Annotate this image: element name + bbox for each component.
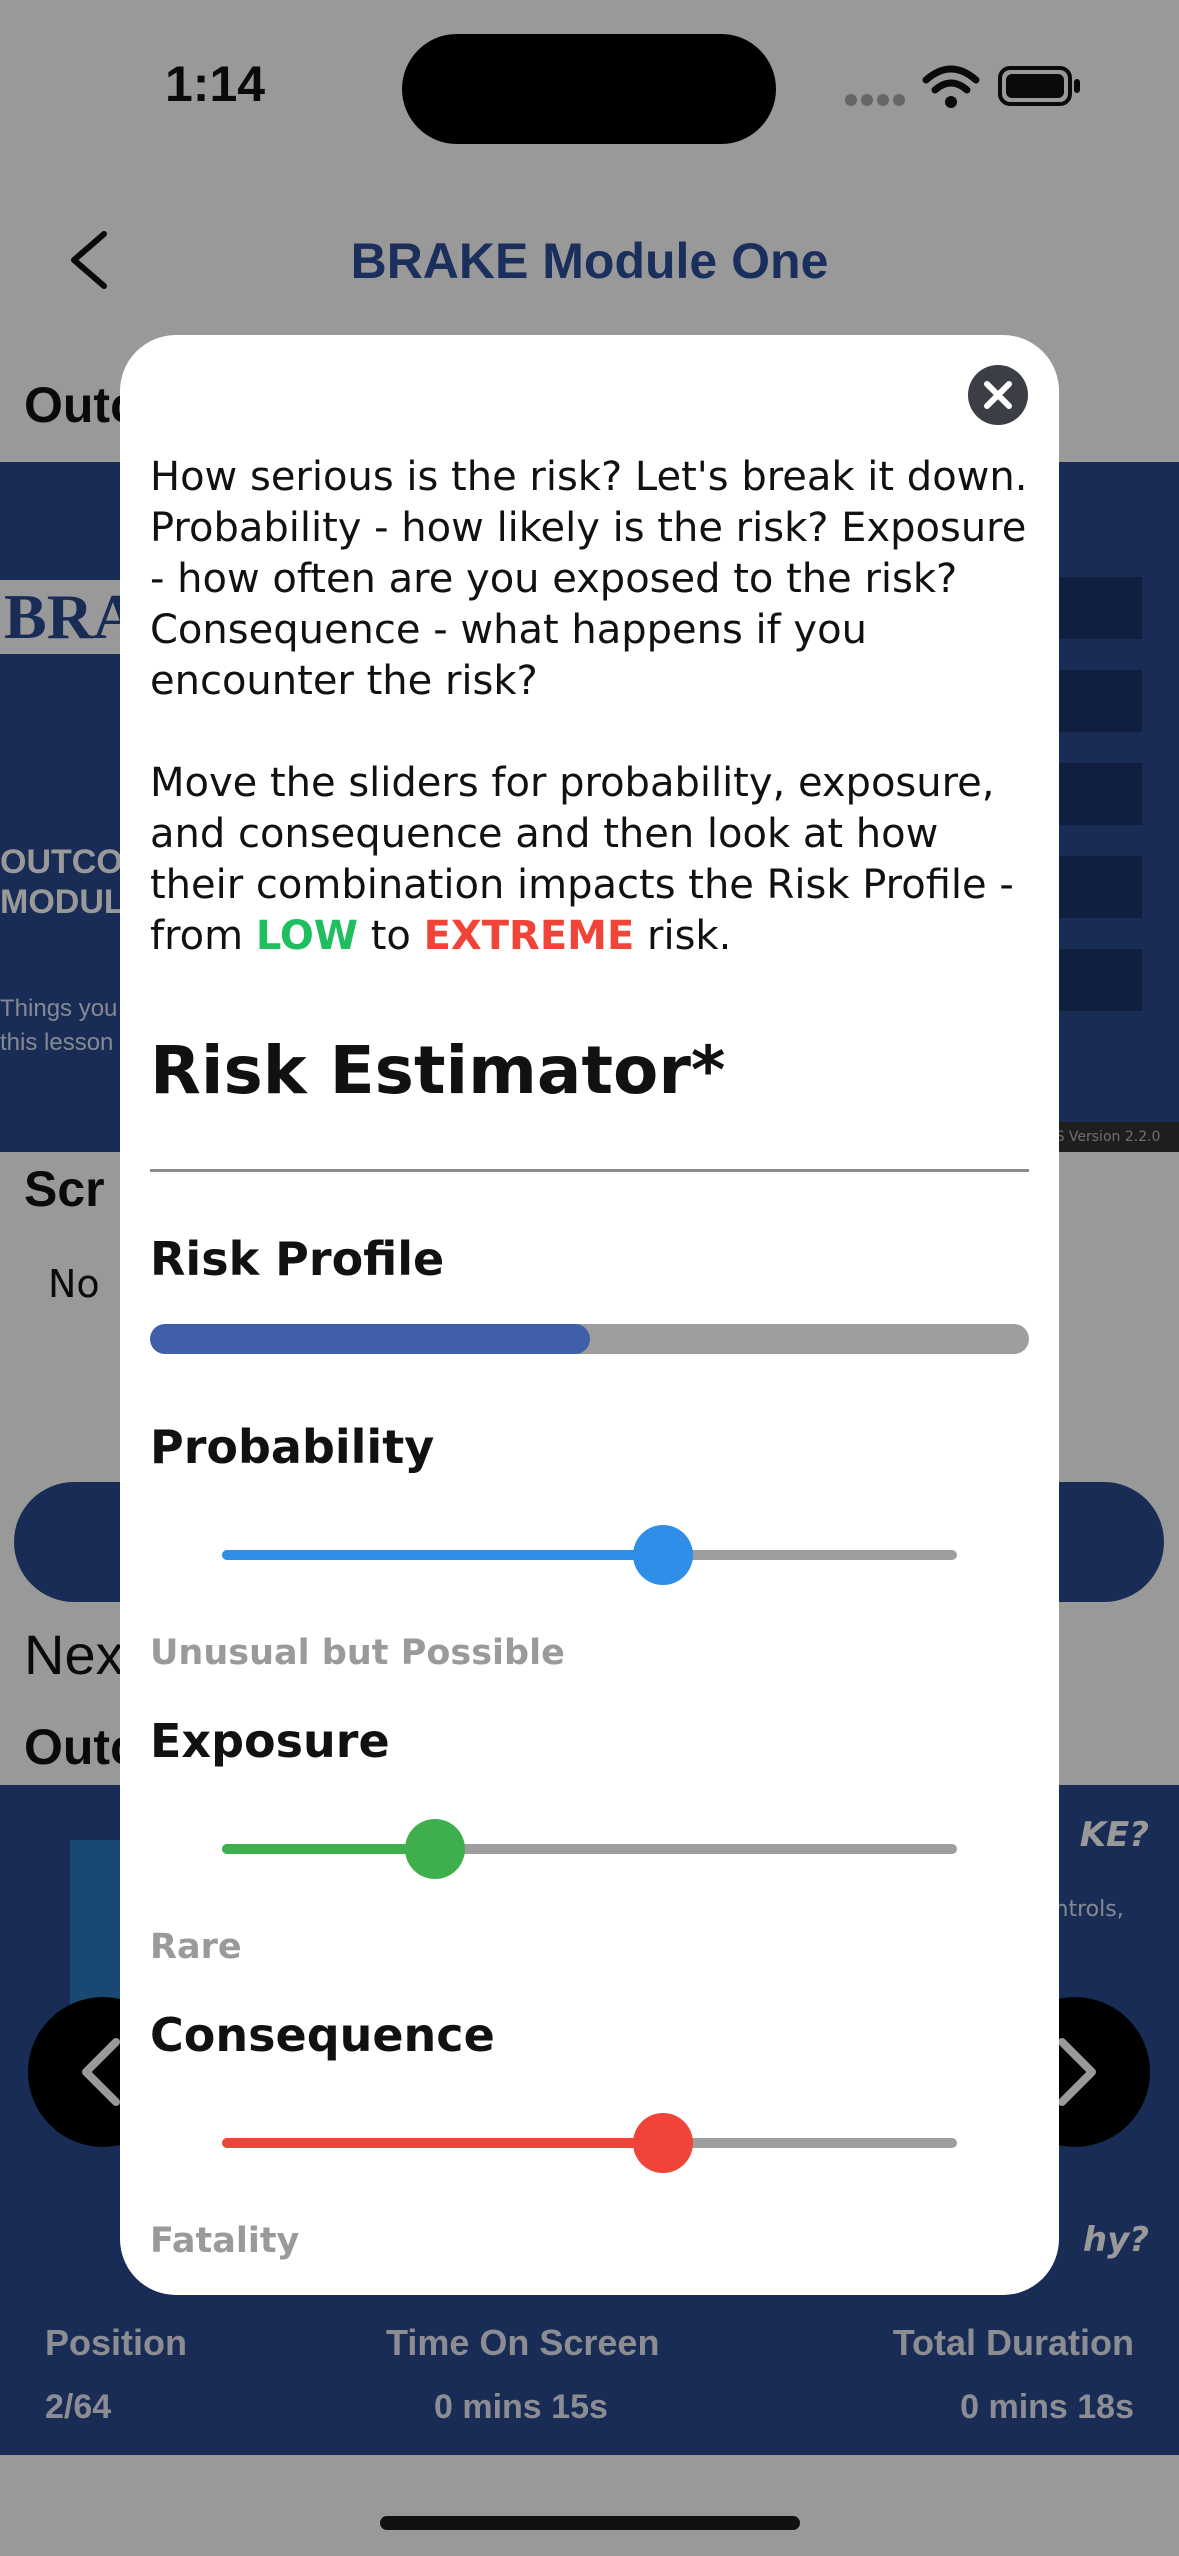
slider-track[interactable] bbox=[222, 1550, 957, 1560]
low-risk-label: LOW bbox=[255, 913, 358, 959]
slider-track[interactable] bbox=[222, 2138, 957, 2148]
intro-paragraph-1: How serious is the risk? Let's break it … bbox=[150, 454, 1028, 704]
slider-thumb[interactable] bbox=[633, 2113, 693, 2173]
consequence-slider[interactable] bbox=[222, 2113, 957, 2173]
intro-text-span: to bbox=[358, 913, 424, 959]
risk-profile-bar bbox=[150, 1324, 1029, 1354]
probability-label: Probability bbox=[150, 1420, 435, 1474]
risk-estimator-title: Risk Estimator* bbox=[150, 1032, 726, 1109]
close-icon bbox=[984, 381, 1012, 409]
slider-track[interactable] bbox=[222, 1844, 957, 1854]
exposure-value: Rare bbox=[150, 1927, 242, 1967]
intro-text: How serious is the risk? Let's break it … bbox=[150, 452, 1030, 962]
intro-text-span: risk. bbox=[634, 913, 732, 959]
slider-fill bbox=[222, 1844, 436, 1854]
consequence-label: Consequence bbox=[150, 2008, 495, 2062]
exposure-slider[interactable] bbox=[222, 1819, 957, 1879]
close-button[interactable] bbox=[968, 365, 1028, 425]
probability-value: Unusual but Possible bbox=[150, 1633, 565, 1673]
extreme-risk-label: EXTREME bbox=[423, 913, 635, 959]
slider-fill bbox=[222, 2138, 663, 2148]
probability-slider[interactable] bbox=[222, 1525, 957, 1585]
risk-profile-fill bbox=[150, 1324, 590, 1354]
risk-profile-label: Risk Profile bbox=[150, 1232, 445, 1286]
slider-thumb[interactable] bbox=[633, 1525, 693, 1585]
slider-thumb[interactable] bbox=[405, 1819, 466, 1879]
exposure-label: Exposure bbox=[150, 1714, 390, 1768]
intro-paragraph-2: Move the sliders for probability, exposu… bbox=[150, 758, 1030, 962]
slider-fill bbox=[222, 1550, 663, 1560]
divider bbox=[150, 1169, 1029, 1172]
home-indicator bbox=[380, 2516, 800, 2530]
consequence-value: Fatality bbox=[150, 2221, 300, 2261]
